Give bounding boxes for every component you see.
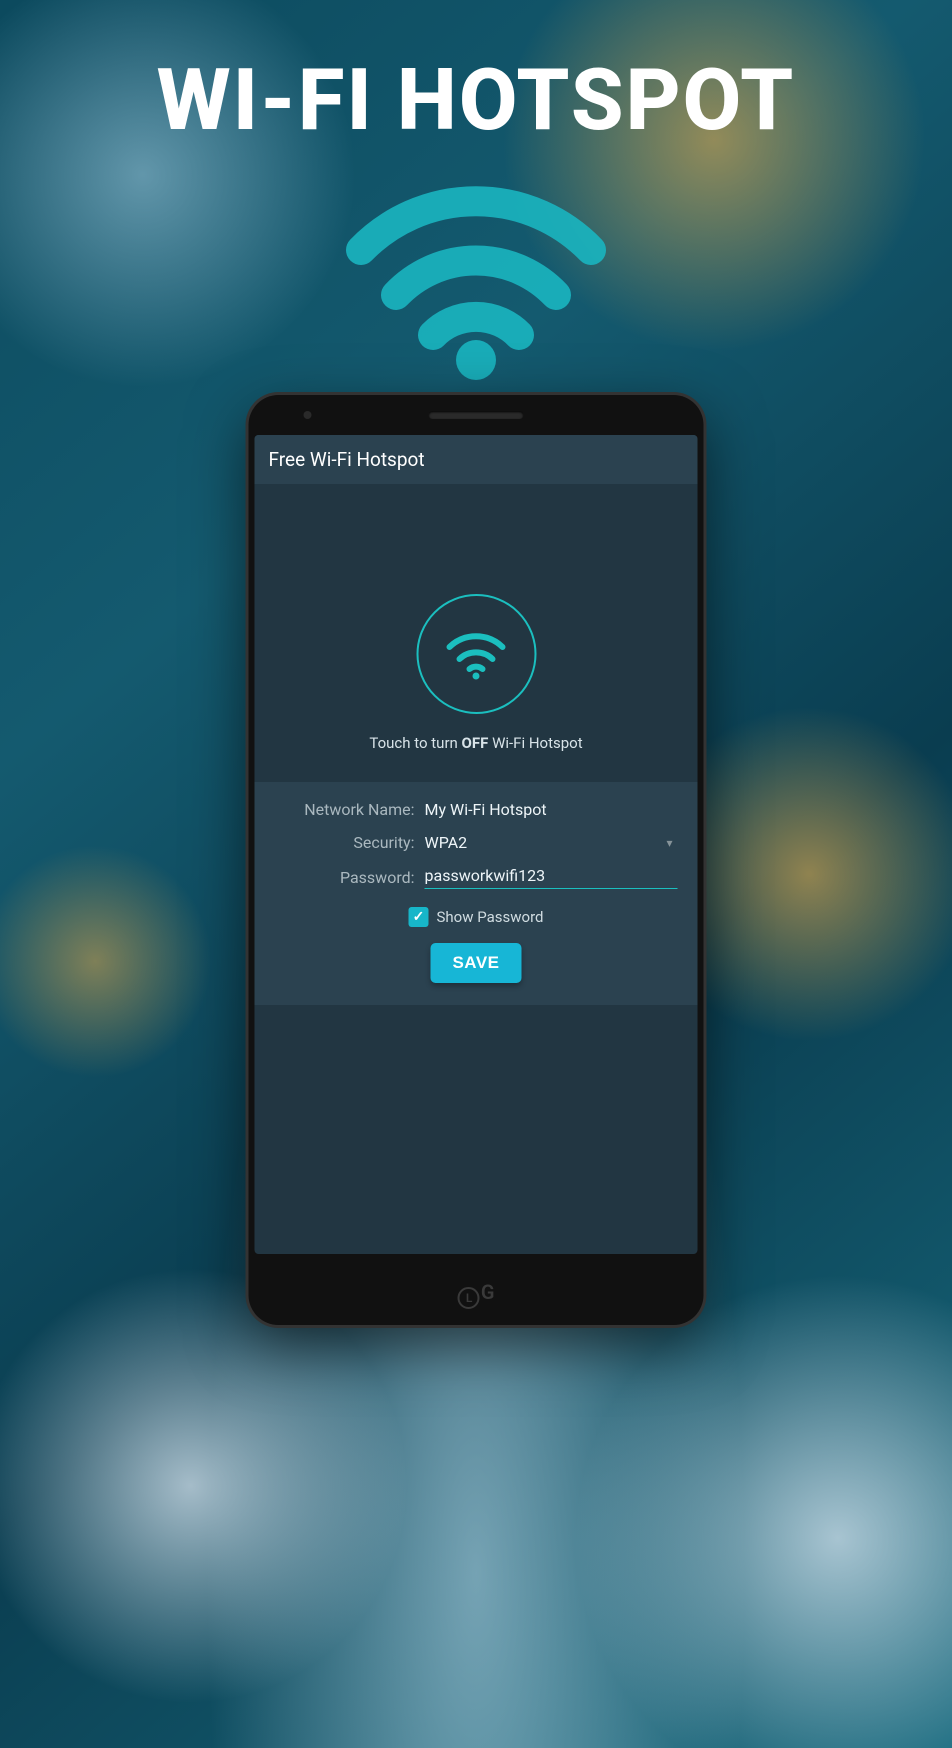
speaker-grille <box>429 411 524 419</box>
app-screen: Free Wi-Fi Hotspot Touch to turn OFF Wi-… <box>255 435 698 1254</box>
show-password-row[interactable]: ✓ Show Password <box>409 907 544 927</box>
phone-top-bezel <box>249 395 704 435</box>
hint-state: OFF <box>462 734 489 752</box>
toggle-hint-text: Touch to turn OFF Wi-Fi Hotspot <box>369 734 582 752</box>
hotspot-toggle-button[interactable] <box>416 594 536 714</box>
password-row: Password: passworkwifi123 <box>275 866 678 889</box>
phone-chin: LLGG <box>249 1260 704 1325</box>
settings-form: Network Name: My Wi-Fi Hotspot Security:… <box>255 782 698 1005</box>
show-password-label: Show Password <box>437 908 544 926</box>
password-input[interactable]: passworkwifi123 <box>425 866 678 889</box>
security-select[interactable]: WPA2 <box>425 833 667 852</box>
device-brand-logo: LLGG <box>458 1280 494 1306</box>
hint-prefix: Touch to turn <box>369 734 461 752</box>
security-label: Security: <box>275 833 425 852</box>
network-name-row: Network Name: My Wi-Fi Hotspot <box>275 800 678 819</box>
show-password-checkbox[interactable]: ✓ <box>409 907 429 927</box>
save-button[interactable]: SAVE <box>430 943 521 983</box>
promo-title: WI-FI HOTSPOT <box>0 50 952 150</box>
phone-frame: Free Wi-Fi Hotspot Touch to turn OFF Wi-… <box>249 395 704 1325</box>
camera-dot <box>304 411 312 419</box>
app-titlebar: Free Wi-Fi Hotspot <box>255 435 698 484</box>
network-name-label: Network Name: <box>275 800 425 819</box>
wifi-icon <box>444 627 509 682</box>
security-row[interactable]: Security: WPA2 ▾ <box>275 833 678 852</box>
network-name-input[interactable]: My Wi-Fi Hotspot <box>425 800 678 819</box>
password-label: Password: <box>275 868 425 887</box>
hint-suffix: Wi-Fi Hotspot <box>488 734 582 752</box>
app-content: Touch to turn OFF Wi-Fi Hotspot Network … <box>255 484 698 1254</box>
wifi-icon <box>341 155 611 384</box>
chevron-down-icon: ▾ <box>666 836 677 850</box>
